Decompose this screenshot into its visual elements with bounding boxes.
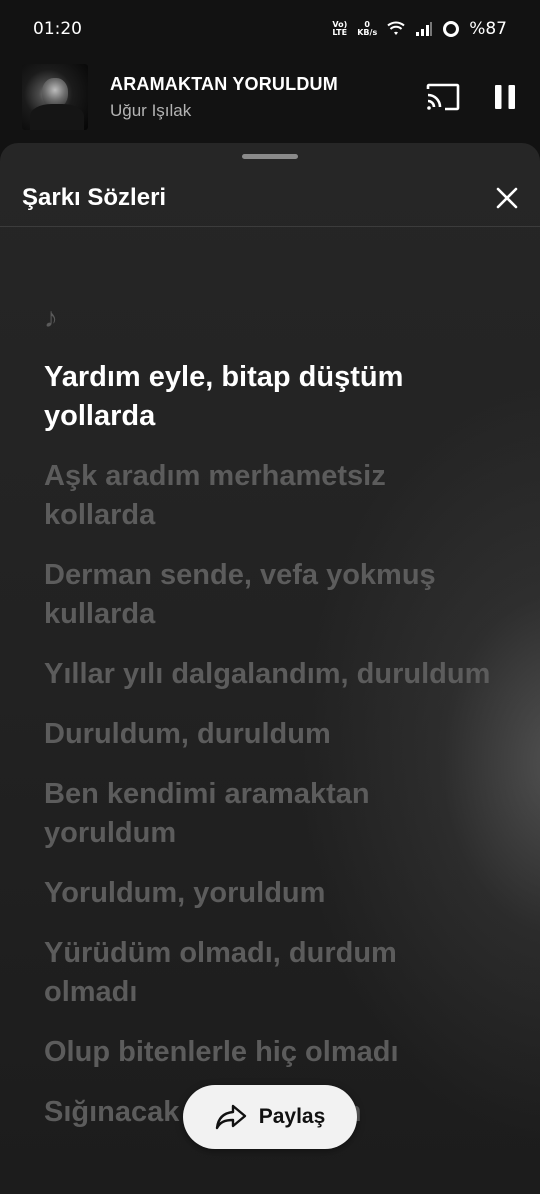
signal-icon: [416, 22, 433, 36]
volte-indicator: Vo) LTE: [332, 20, 348, 37]
sheet-header: Şarkı Sözleri: [0, 169, 540, 227]
lyrics-list: ♪ Yardım eyle, bitap düştüm yollarda Aşk…: [44, 298, 494, 1153]
drag-handle[interactable]: [242, 154, 298, 159]
album-art[interactable]: [22, 64, 88, 130]
battery-icon: [443, 21, 460, 37]
lyric-line[interactable]: Yürüdüm olmadı, durdum olmadı: [44, 934, 494, 1012]
wifi-icon: [387, 21, 405, 35]
close-button[interactable]: [496, 187, 518, 209]
lyric-line[interactable]: Aşk aradım merhametsiz kollarda: [44, 457, 494, 535]
network-speed: 0 KB/s: [357, 20, 378, 37]
share-arrow-icon: [215, 1104, 246, 1130]
lyric-line[interactable]: Yıllar yılı dalgalandım, duruldum: [44, 655, 494, 694]
header-divider: [0, 226, 540, 227]
close-icon: [496, 187, 518, 209]
status-icons: Vo) LTE 0 KB/s %87: [332, 19, 507, 39]
battery-level: %87: [469, 19, 507, 39]
pause-icon: [495, 85, 515, 109]
lyrics-sheet: Şarkı Sözleri ♪ Yardım eyle, bitap düştü…: [0, 143, 540, 1194]
track-title: ARAMAKTAN YORULDUM: [110, 73, 338, 94]
player-actions: [426, 83, 516, 111]
share-label: Paylaş: [258, 1105, 326, 1128]
pause-button[interactable]: [494, 84, 516, 110]
mini-player[interactable]: ARAMAKTAN YORULDUM Uğur Işılak: [0, 58, 540, 136]
album-art-body: [30, 104, 84, 130]
lyric-line[interactable]: Yardım eyle, bitap düştüm yollarda: [44, 358, 494, 436]
status-bar: 01:20 Vo) LTE 0 KB/s %87: [0, 0, 540, 58]
lyric-line[interactable]: Duruldum, duruldum: [44, 715, 494, 754]
music-note-icon: ♪: [44, 302, 58, 333]
track-meta[interactable]: ARAMAKTAN YORULDUM Uğur Işılak: [110, 74, 426, 121]
cast-button[interactable]: [426, 83, 460, 111]
cast-icon: [426, 83, 460, 111]
lyric-line[interactable]: Olup bitenlerle hiç olmadı: [44, 1033, 494, 1072]
status-time: 01:20: [33, 19, 82, 39]
lyric-line[interactable]: Derman sende, vefa yokmuş kullarda: [44, 556, 494, 634]
lyric-line[interactable]: Yoruldum, yoruldum: [44, 874, 494, 913]
lyric-line[interactable]: Ben kendimi aramaktan yoruldum: [44, 775, 494, 853]
track-artist: Uğur Işılak: [110, 100, 192, 120]
sheet-title: Şarkı Sözleri: [22, 184, 167, 211]
share-button[interactable]: Paylaş: [183, 1085, 357, 1149]
